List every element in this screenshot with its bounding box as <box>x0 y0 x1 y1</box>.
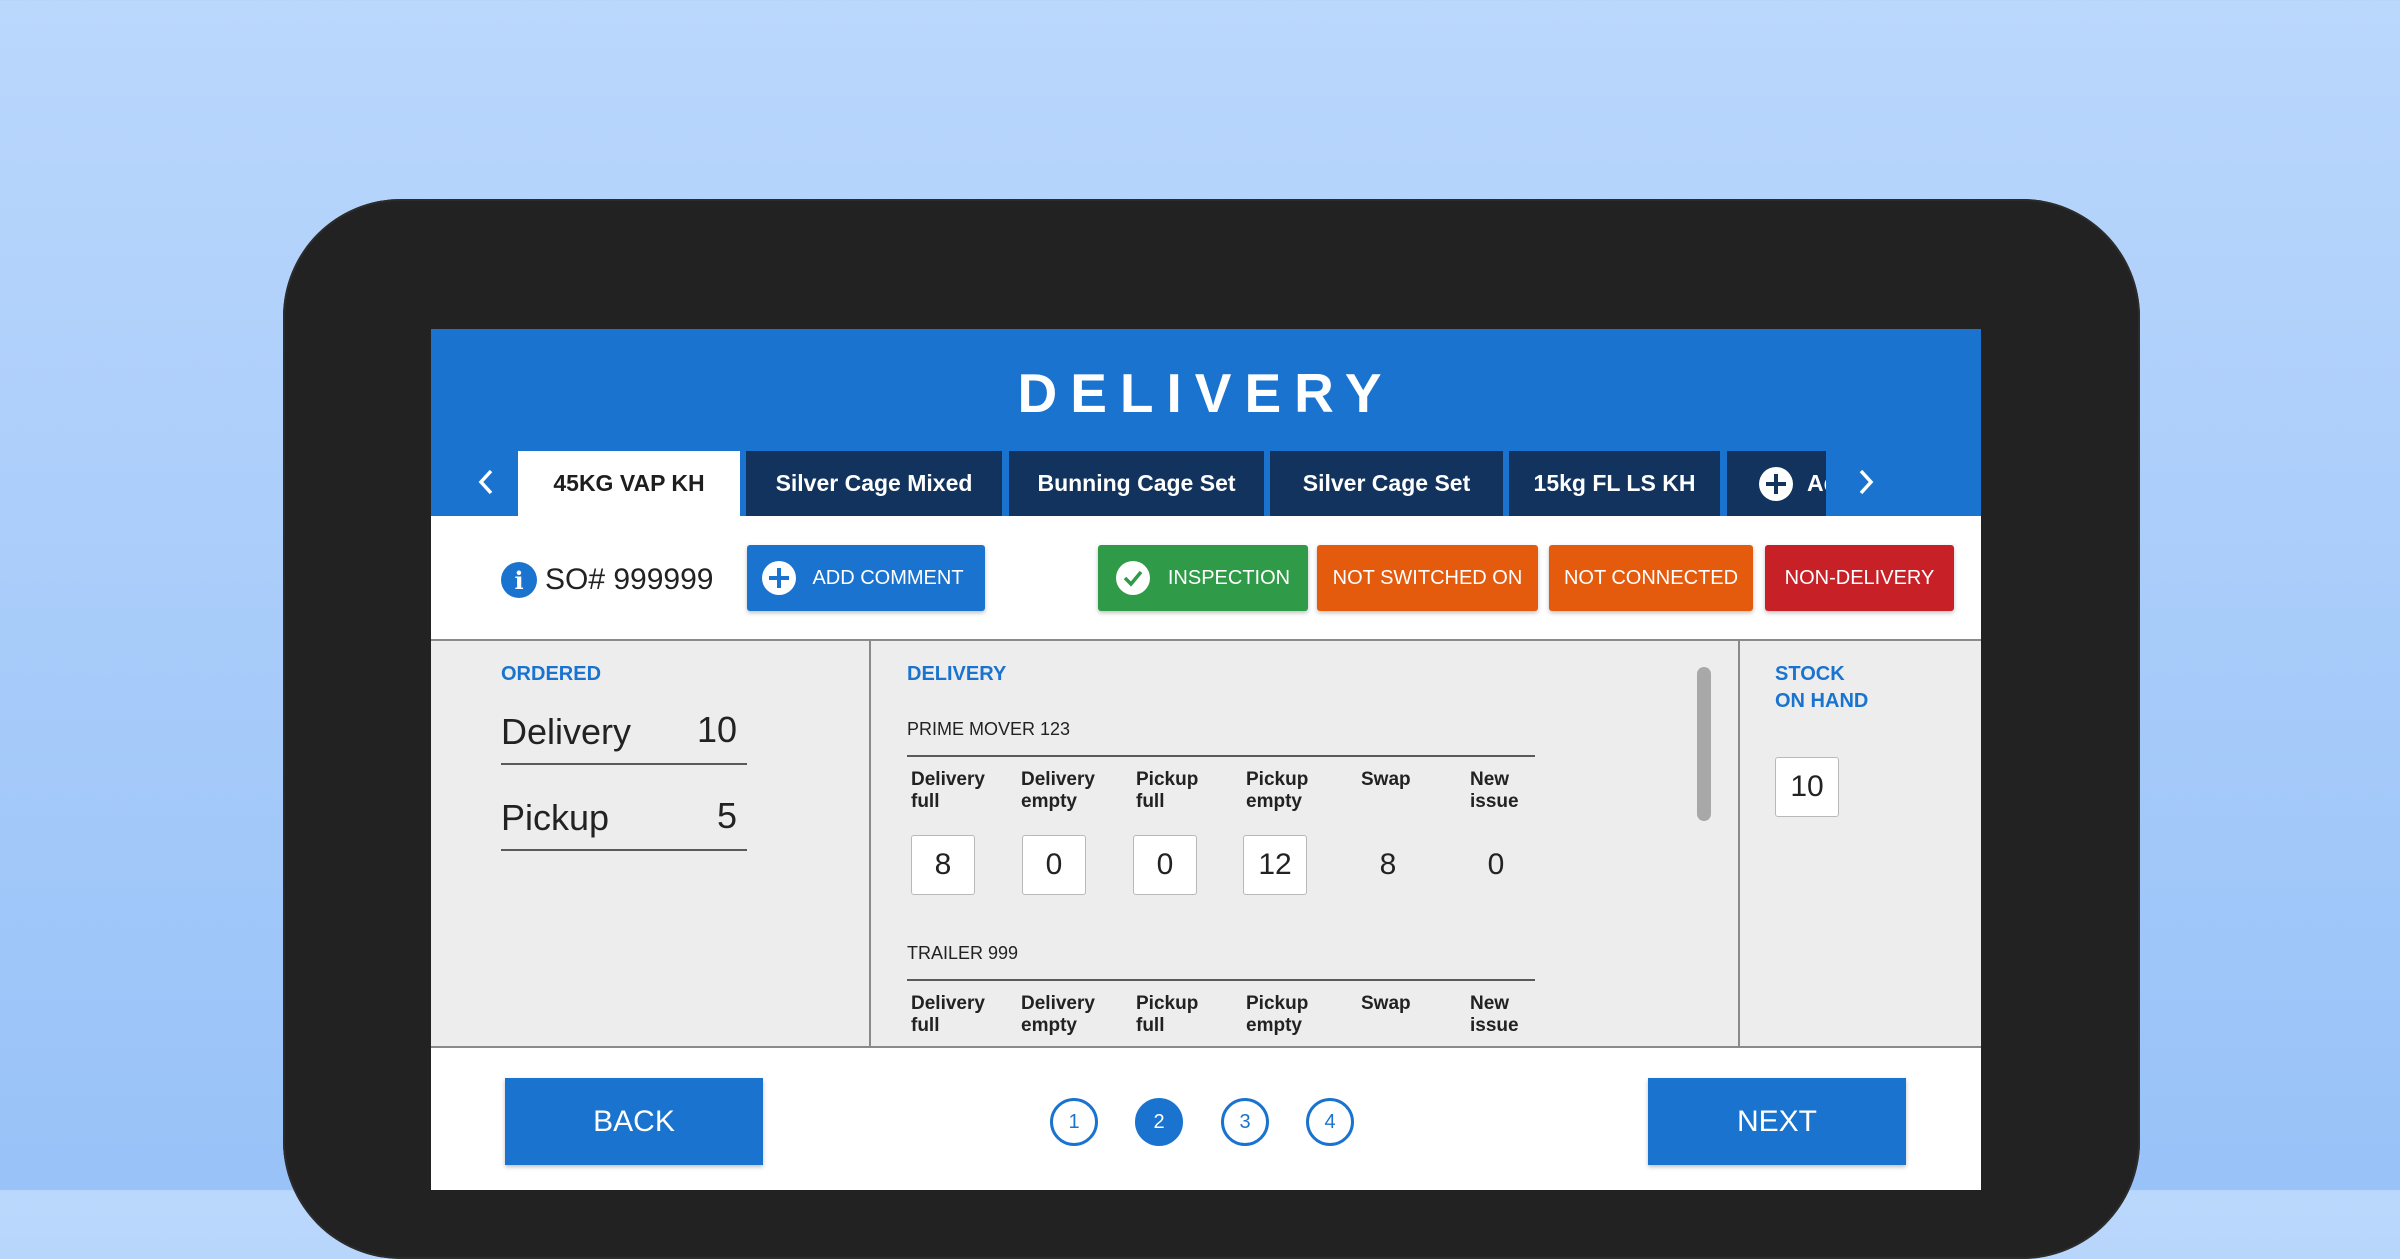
tab-label: Silver Cage Mixed <box>775 470 973 496</box>
page-title: DELIVERY <box>1017 362 1395 424</box>
so-number: SO# 999999 <box>545 563 714 596</box>
column-label: Swap <box>1361 993 1411 1014</box>
tab-silver-cage-set[interactable]: Silver Cage Set <box>1270 451 1503 516</box>
column-header: Swap <box>1361 993 1411 1015</box>
plus-circle-icon <box>1759 466 1793 501</box>
column-label: Pickup empty <box>1246 769 1309 812</box>
column-label: Pickup full <box>1136 993 1199 1036</box>
column-header: Pickup empty <box>1246 993 1308 1037</box>
not-connected-label: NOT CONNECTED <box>1563 566 1739 589</box>
column-label: New issue <box>1470 993 1519 1036</box>
inspection-label: INSPECTION <box>1167 566 1291 589</box>
non-delivery-button[interactable]: NON-DELIVERY <box>1765 545 1954 611</box>
chevron-left-icon <box>478 469 493 494</box>
column-header: Pickup full <box>1136 769 1198 813</box>
column-header: Delivery full <box>911 993 985 1037</box>
delivery-empty-input[interactable]: 0 <box>1022 835 1086 895</box>
delivery-panels: ORDERED Delivery 10 Pickup 5 DELIVERY PR… <box>431 639 1981 1048</box>
scrollbar-thumb[interactable] <box>1697 667 1711 821</box>
page-3-button[interactable]: 3 <box>1221 1098 1269 1146</box>
panel-divider <box>1738 641 1740 1048</box>
ordered-delivery-row: Delivery 10 <box>501 707 747 765</box>
tab-label: 45KG VAP KH <box>553 470 705 496</box>
ordered-pickup-row: Pickup 5 <box>501 793 747 851</box>
add-comment-label: ADD COMMENT <box>812 566 964 589</box>
tab-scroll-left-button[interactable] <box>456 449 516 514</box>
tab-silver-cage-mixed[interactable]: Silver Cage Mixed <box>746 451 1002 516</box>
page-4-button[interactable]: 4 <box>1306 1098 1354 1146</box>
stock-on-hand-input[interactable]: 10 <box>1775 757 1839 817</box>
delivery-heading: DELIVERY <box>907 663 1007 685</box>
next-label: NEXT <box>1736 1104 1817 1138</box>
tab-label: Silver Cage Set <box>1302 470 1471 496</box>
vehicle-divider <box>907 979 1535 981</box>
vehicle-name: TRAILER 999 <box>907 943 1019 963</box>
page-1-button[interactable]: 1 <box>1050 1098 1098 1146</box>
not-switched-on-button[interactable]: NOT SWITCHED ON <box>1317 545 1538 611</box>
tab-label: Add Product <box>1807 470 1826 496</box>
column-header: Delivery empty <box>1021 769 1095 813</box>
ordered-delivery-value: 10 <box>696 709 737 750</box>
not-switched-on-label: NOT SWITCHED ON <box>1332 566 1523 589</box>
panel-divider <box>869 641 871 1048</box>
tab-add-product[interactable]: Add Product <box>1727 451 1826 516</box>
add-comment-button[interactable]: ADD COMMENT <box>747 545 985 611</box>
column-header: Delivery full <box>911 769 985 813</box>
column-label: Delivery empty <box>1021 769 1095 812</box>
plus-circle-icon <box>762 561 797 595</box>
not-connected-button[interactable]: NOT CONNECTED <box>1549 545 1753 611</box>
swap-value: 8 <box>1379 848 1397 881</box>
stock-on-hand-heading: STOCK ON HAND <box>1775 663 1869 712</box>
new-issue-value: 0 <box>1487 848 1505 881</box>
vehicle-name: PRIME MOVER 123 <box>907 719 1071 739</box>
header: DELIVERY 45KG VAP KH Silver Cage Mixed B… <box>431 329 1981 516</box>
column-header: Pickup full <box>1136 993 1198 1037</box>
column-header: Pickup empty <box>1246 769 1308 813</box>
tab-label: Bunning Cage Set <box>1037 470 1236 496</box>
pickup-full-input[interactable]: 0 <box>1133 835 1197 895</box>
column-header: Swap <box>1361 769 1411 791</box>
tab-bunning-cage-set[interactable]: Bunning Cage Set <box>1009 451 1264 516</box>
inspection-button[interactable]: INSPECTION <box>1098 545 1308 611</box>
page-2-button[interactable]: 2 <box>1135 1098 1183 1146</box>
vehicle-divider <box>907 755 1535 757</box>
check-circle-icon <box>1115 561 1150 595</box>
tab-15kg-fl-ls-kh[interactable]: 15kg FL LS KH <box>1509 451 1720 516</box>
info-icon[interactable]: i <box>501 562 537 598</box>
app-screen: DELIVERY 45KG VAP KH Silver Cage Mixed B… <box>431 329 1981 1190</box>
next-button[interactable]: NEXT <box>1648 1078 1906 1165</box>
column-label: Pickup empty <box>1246 993 1309 1036</box>
tab-scroll-right-button[interactable] <box>1836 449 1896 514</box>
ordered-pickup-label: Pickup <box>501 797 610 838</box>
column-label: Pickup full <box>1136 769 1199 812</box>
non-delivery-label: NON-DELIVERY <box>1784 566 1935 589</box>
column-header: New issue <box>1470 769 1519 813</box>
column-label: Delivery empty <box>1021 993 1095 1036</box>
ordered-heading: ORDERED <box>501 663 602 685</box>
pickup-empty-input[interactable]: 12 <box>1243 835 1307 895</box>
column-label: New issue <box>1470 769 1519 812</box>
ordered-delivery-label: Delivery <box>501 711 632 752</box>
ordered-pickup-value: 5 <box>716 795 737 836</box>
column-label: Delivery full <box>911 769 985 812</box>
tab-label: 15kg FL LS KH <box>1533 470 1696 496</box>
chevron-right-icon <box>1859 469 1874 494</box>
tab-45kg-vap-kh[interactable]: 45KG VAP KH <box>518 451 740 516</box>
product-tabs: 45KG VAP KH Silver Cage Mixed Bunning Ca… <box>518 451 1826 516</box>
delivery-full-input[interactable]: 8 <box>911 835 975 895</box>
column-label: Delivery full <box>911 993 985 1036</box>
column-header: Delivery empty <box>1021 993 1095 1037</box>
column-label: Swap <box>1361 769 1411 790</box>
column-header: New issue <box>1470 993 1519 1037</box>
back-label: BACK <box>593 1104 675 1138</box>
back-button[interactable]: BACK <box>505 1078 763 1165</box>
